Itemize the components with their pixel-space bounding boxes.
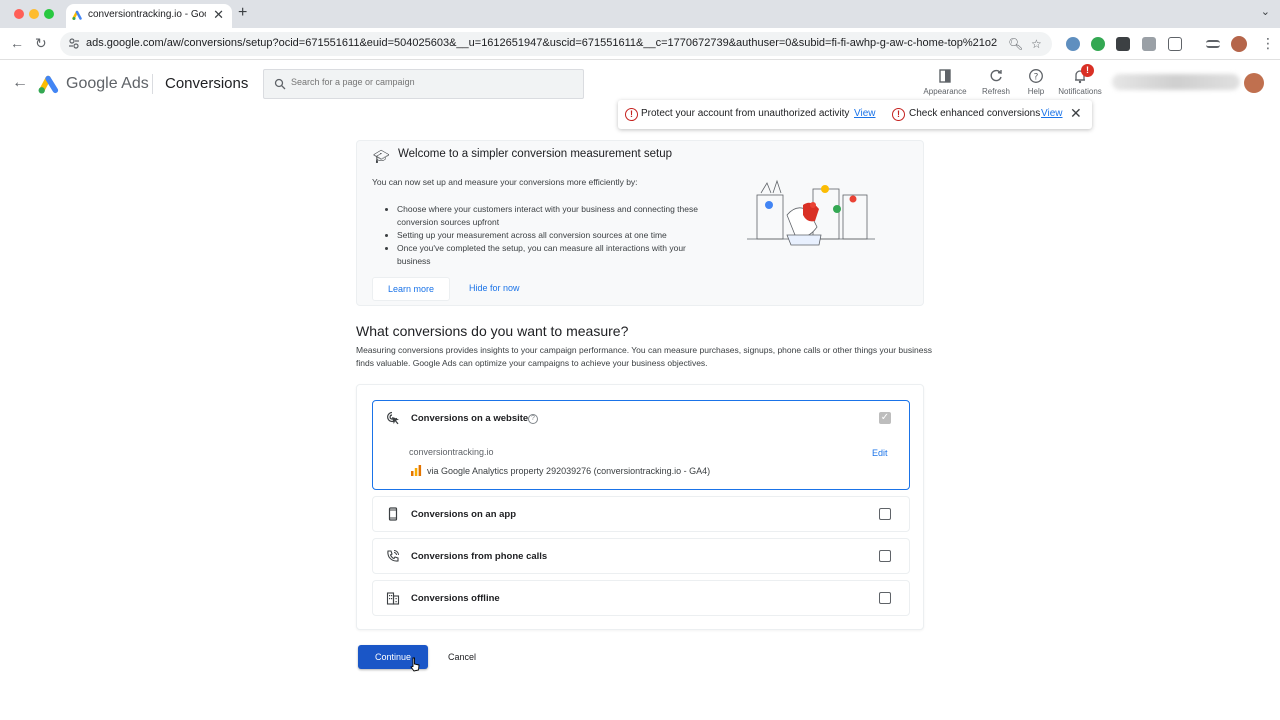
browser-toolbar: ← ↻ ads.google.com/aw/conversions/setup?…: [0, 28, 1280, 60]
alert-view-link[interactable]: View: [1041, 108, 1063, 119]
notifications-button[interactable]: Notifications: [1056, 68, 1104, 96]
google-analytics-icon: [411, 465, 422, 476]
website-domain: conversiontracking.io: [409, 447, 494, 457]
error-icon: !: [892, 108, 905, 121]
search-box[interactable]: [263, 69, 584, 99]
google-ads-favicon-icon: [72, 10, 82, 20]
analytics-source: via Google Analytics property 292039276 …: [427, 466, 711, 476]
graduation-cap-icon: 🎓︎: [373, 149, 390, 164]
welcome-title: Welcome to a simpler conversion measurem…: [398, 148, 672, 160]
welcome-illustration: [747, 179, 875, 246]
cancel-button[interactable]: Cancel: [440, 645, 484, 669]
mouse-cursor-icon: [410, 657, 420, 672]
option-label: Conversions offline: [411, 593, 500, 604]
hide-for-now-button[interactable]: Hide for now: [465, 277, 524, 301]
svg-text:?: ?: [1034, 73, 1039, 83]
brand-name: Google Ads: [66, 75, 149, 92]
website-click-icon: [387, 411, 399, 425]
refresh-label: Refresh: [981, 87, 1010, 96]
phone-calls-checkbox[interactable]: [879, 550, 891, 562]
browser-menu-icon[interactable]: ⋮: [1261, 34, 1275, 52]
google-ads-logo-icon: [38, 75, 59, 94]
extension-green-icon[interactable]: [1091, 37, 1105, 51]
tab-search-chevron-icon[interactable]: ⌄: [1261, 5, 1270, 18]
reload-icon[interactable]: ↻: [35, 34, 47, 52]
conversion-options-card: Conversions on a website ? ✓ conversiont…: [356, 384, 924, 630]
refresh-button[interactable]: Refresh: [978, 68, 1014, 96]
help-label: Help: [1027, 87, 1045, 96]
back-icon[interactable]: ←: [10, 34, 24, 52]
help-icon: ?: [1029, 69, 1043, 83]
notification-badge: !: [1081, 64, 1094, 77]
option-label: Conversions on an app: [411, 509, 517, 520]
appearance-icon: [939, 69, 951, 83]
welcome-card: 🎓︎ Welcome to a simpler conversion measu…: [356, 140, 924, 306]
list-item: Choose where your customers interact wit…: [397, 203, 715, 229]
extension-notion-icon[interactable]: [1116, 37, 1130, 51]
back-arrow-icon[interactable]: ←: [12, 74, 28, 92]
browser-profile-avatar[interactable]: [1231, 36, 1247, 52]
close-icon[interactable]: ✕: [1070, 106, 1082, 120]
website-checkbox[interactable]: ✓: [879, 412, 891, 424]
refresh-icon: [990, 69, 1002, 82]
window-zoom-button[interactable]: [44, 9, 54, 19]
browser-tab-bar: conversiontracking.io - Googl ✕ + ⌄: [0, 0, 1280, 28]
help-button[interactable]: ? Help: [1022, 68, 1050, 96]
search-icon: [274, 78, 286, 90]
page-title: Conversions: [165, 75, 249, 92]
app-checkbox[interactable]: [879, 508, 891, 520]
learn-more-button[interactable]: Learn more: [372, 277, 450, 301]
error-icon: !: [625, 108, 638, 121]
browser-tab[interactable]: conversiontracking.io - Googl ✕: [66, 4, 232, 28]
site-info-icon[interactable]: [68, 37, 80, 49]
help-circle-icon[interactable]: ?: [528, 414, 538, 424]
window-close-button[interactable]: [14, 9, 24, 19]
welcome-bullets: Choose where your customers interact wit…: [385, 203, 715, 268]
edit-link[interactable]: Edit: [872, 448, 888, 458]
option-phone-calls[interactable]: Conversions from phone calls: [372, 538, 910, 574]
tab-close-icon[interactable]: ✕: [213, 7, 224, 23]
notifications-label: Notifications: [1058, 87, 1102, 96]
account-alerts-bar: ! Protect your account from unauthorized…: [618, 100, 1092, 129]
search-input[interactable]: [291, 77, 571, 87]
url-text[interactable]: ads.google.com/aw/conversions/setup?ocid…: [86, 37, 997, 49]
alert-text: Check enhanced conversions: [909, 108, 1041, 119]
option-label: Conversions from phone calls: [411, 551, 548, 562]
building-icon: [386, 592, 400, 605]
section-description: Measuring conversions provides insights …: [356, 345, 932, 368]
zoom-icon[interactable]: 🔍︎: [1008, 37, 1023, 51]
extension-code-icon[interactable]: [1142, 37, 1156, 51]
welcome-description: You can now set up and measure your conv…: [372, 177, 638, 187]
extension-icon[interactable]: [1066, 37, 1080, 51]
smartphone-icon: [388, 507, 398, 521]
bookmark-star-icon[interactable]: ☆: [1031, 37, 1042, 51]
list-item: Once you've completed the setup, you can…: [397, 242, 715, 268]
alert-view-link[interactable]: View: [854, 108, 876, 119]
reading-list-icon[interactable]: [1206, 40, 1220, 48]
option-offline[interactable]: Conversions offline: [372, 580, 910, 616]
offline-checkbox[interactable]: [879, 592, 891, 604]
appearance-label: Appearance: [923, 87, 967, 96]
address-bar[interactable]: ads.google.com/aw/conversions/setup?ocid…: [60, 32, 1052, 56]
option-label: Conversions on a website: [411, 413, 529, 424]
account-info-blurred[interactable]: [1112, 74, 1240, 90]
tab-title: conversiontracking.io - Googl: [88, 9, 206, 20]
alert-text: Protect your account from unauthorized a…: [641, 108, 850, 119]
option-app[interactable]: Conversions on an app: [372, 496, 910, 532]
option-website[interactable]: Conversions on a website ? ✓ conversiont…: [372, 400, 910, 490]
appearance-button[interactable]: Appearance: [923, 68, 967, 96]
section-title: What conversions do you want to measure?: [356, 323, 629, 339]
phone-call-icon: [387, 550, 399, 562]
list-item: Setting up your measurement across all c…: [397, 229, 715, 242]
window-minimize-button[interactable]: [29, 9, 39, 19]
avatar[interactable]: [1244, 73, 1264, 93]
header-divider: [152, 74, 153, 94]
extensions-puzzle-icon[interactable]: [1168, 37, 1182, 51]
new-tab-button[interactable]: +: [238, 4, 247, 22]
